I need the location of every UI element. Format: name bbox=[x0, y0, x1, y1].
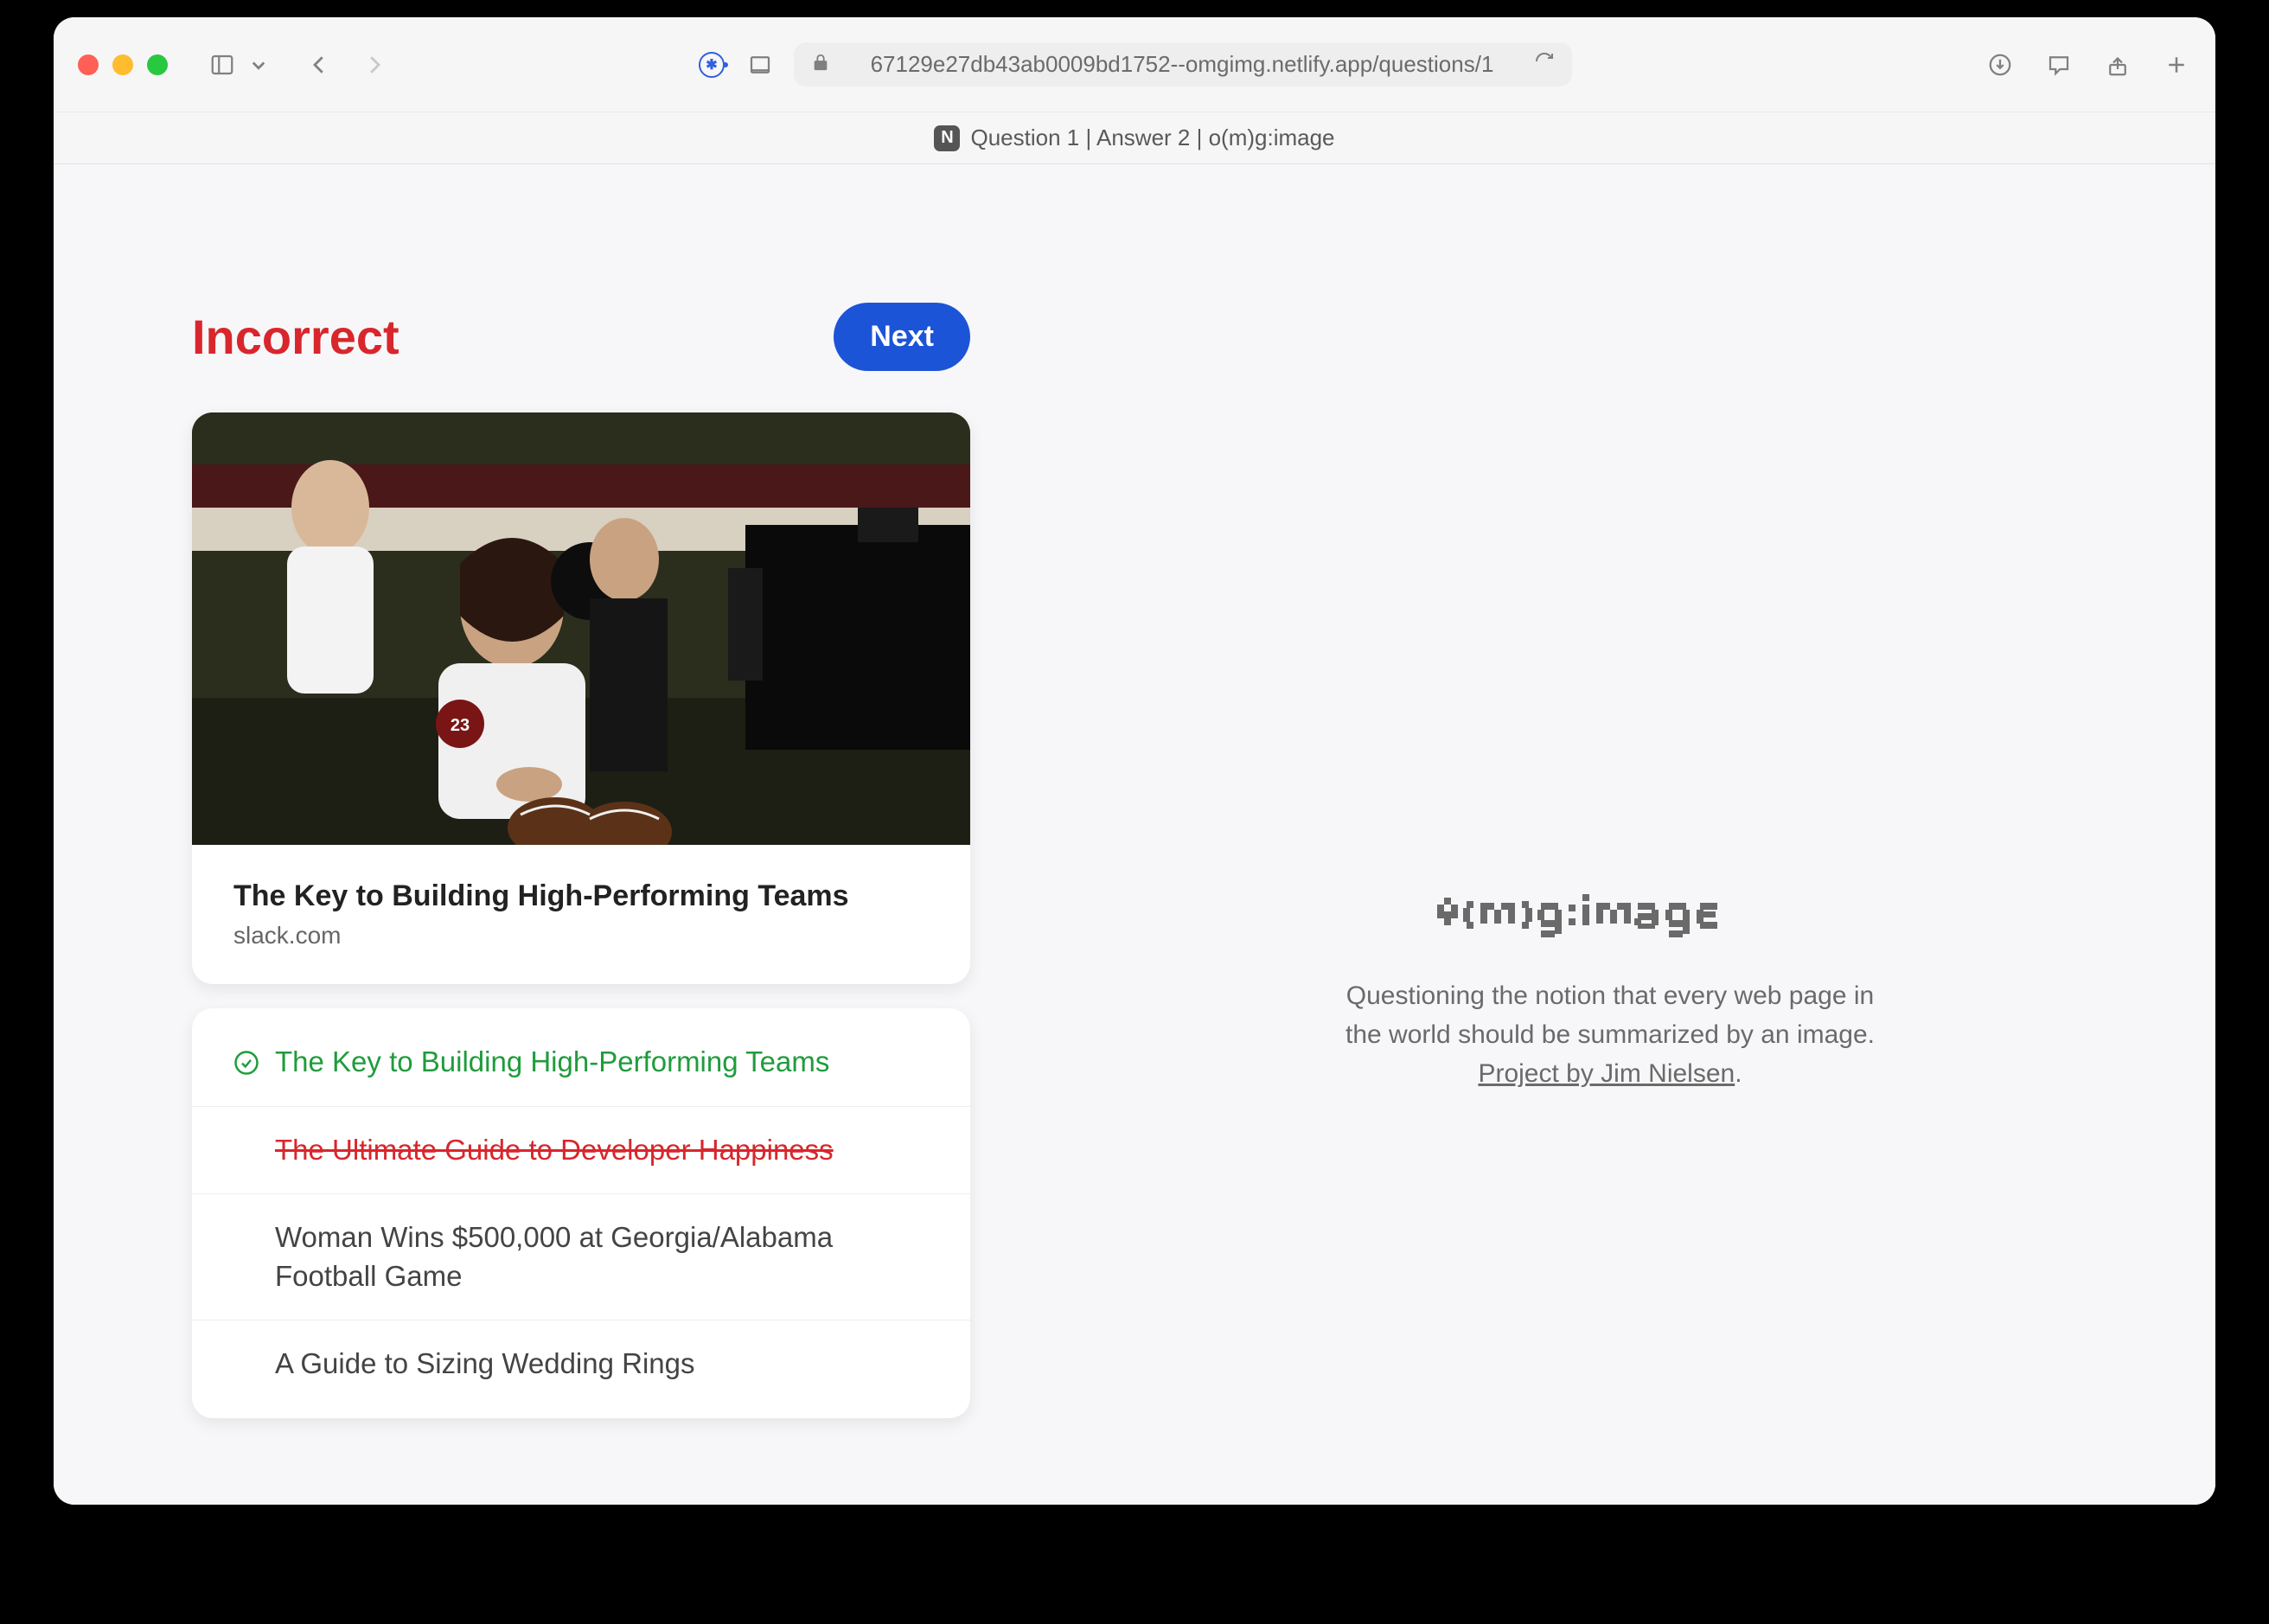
speech-bubble-icon[interactable] bbox=[2044, 50, 2074, 80]
result-header: Incorrect Next bbox=[192, 303, 970, 371]
titlebar: ✱ 67129e27db43ab0009bd1752--omgimg.netli… bbox=[54, 17, 2215, 112]
tagline: Questioning the notion that every web pa… bbox=[1333, 976, 1887, 1093]
share-icon[interactable] bbox=[2103, 50, 2132, 80]
og-card-title: The Key to Building High-Performing Team… bbox=[233, 879, 929, 913]
answer-option[interactable]: Woman Wins $500,000 at Georgia/Alabama F… bbox=[192, 1193, 970, 1320]
traffic-lights bbox=[78, 54, 168, 75]
tab-title: Question 1 | Answer 2 | o(m)g:image bbox=[970, 125, 1334, 151]
result-status: Incorrect bbox=[192, 309, 399, 365]
answer-text: Woman Wins $500,000 at Georgia/Alabama F… bbox=[275, 1218, 929, 1295]
back-button[interactable] bbox=[304, 50, 334, 80]
info-column: Questioning the notion that every web pa… bbox=[1143, 303, 2077, 1435]
tagline-text: Questioning the notion that every web pa… bbox=[1345, 981, 1875, 1049]
extension-icon[interactable]: ✱ bbox=[697, 50, 726, 80]
og-card-body: The Key to Building High-Performing Team… bbox=[192, 845, 970, 984]
address-bar[interactable]: 67129e27db43ab0009bd1752--omgimg.netlify… bbox=[794, 42, 1572, 86]
page-content: Incorrect Next bbox=[54, 164, 2215, 1505]
favicon: N bbox=[934, 125, 960, 151]
maximize-window-button[interactable] bbox=[147, 54, 168, 75]
og-image: 23 bbox=[192, 412, 970, 845]
quiz-column: Incorrect Next bbox=[192, 303, 970, 1435]
answer-text: The Ultimate Guide to Developer Happines… bbox=[275, 1131, 929, 1170]
forward-button bbox=[360, 50, 389, 80]
url-text: 67129e27db43ab0009bd1752--omgimg.netlify… bbox=[842, 51, 1522, 78]
chevron-down-icon[interactable] bbox=[244, 50, 273, 80]
answers-list: The Key to Building High-Performing Team… bbox=[192, 1008, 970, 1418]
answer-text: The Key to Building High-Performing Team… bbox=[275, 1043, 929, 1082]
answer-option-wrong[interactable]: The Ultimate Guide to Developer Happines… bbox=[192, 1106, 970, 1194]
minimize-window-button[interactable] bbox=[112, 54, 133, 75]
reload-icon[interactable] bbox=[1534, 51, 1555, 78]
new-tab-icon[interactable] bbox=[2162, 50, 2191, 80]
sidebar-toggle-icon[interactable] bbox=[208, 50, 237, 80]
answer-option-correct[interactable]: The Key to Building High-Performing Team… bbox=[192, 1019, 970, 1106]
reader-mode-icon[interactable] bbox=[745, 50, 775, 80]
check-circle-icon bbox=[233, 1047, 259, 1073]
close-window-button[interactable] bbox=[78, 54, 99, 75]
site-logo bbox=[1429, 887, 1792, 952]
answer-text: A Guide to Sizing Wedding Rings bbox=[275, 1345, 929, 1384]
downloads-icon[interactable] bbox=[1985, 50, 2015, 80]
project-link[interactable]: Project by Jim Nielsen bbox=[1478, 1059, 1735, 1088]
lock-icon bbox=[811, 51, 830, 78]
next-button[interactable]: Next bbox=[834, 303, 970, 371]
og-card: 23 The Key to Buil bbox=[192, 412, 970, 984]
svg-text:23: 23 bbox=[451, 716, 470, 735]
browser-window: ✱ 67129e27db43ab0009bd1752--omgimg.netli… bbox=[54, 17, 2215, 1505]
tab-strip: N Question 1 | Answer 2 | o(m)g:image bbox=[54, 112, 2215, 164]
answer-option[interactable]: A Guide to Sizing Wedding Rings bbox=[192, 1320, 970, 1408]
period: . bbox=[1735, 1059, 1742, 1088]
og-card-domain: slack.com bbox=[233, 922, 929, 949]
